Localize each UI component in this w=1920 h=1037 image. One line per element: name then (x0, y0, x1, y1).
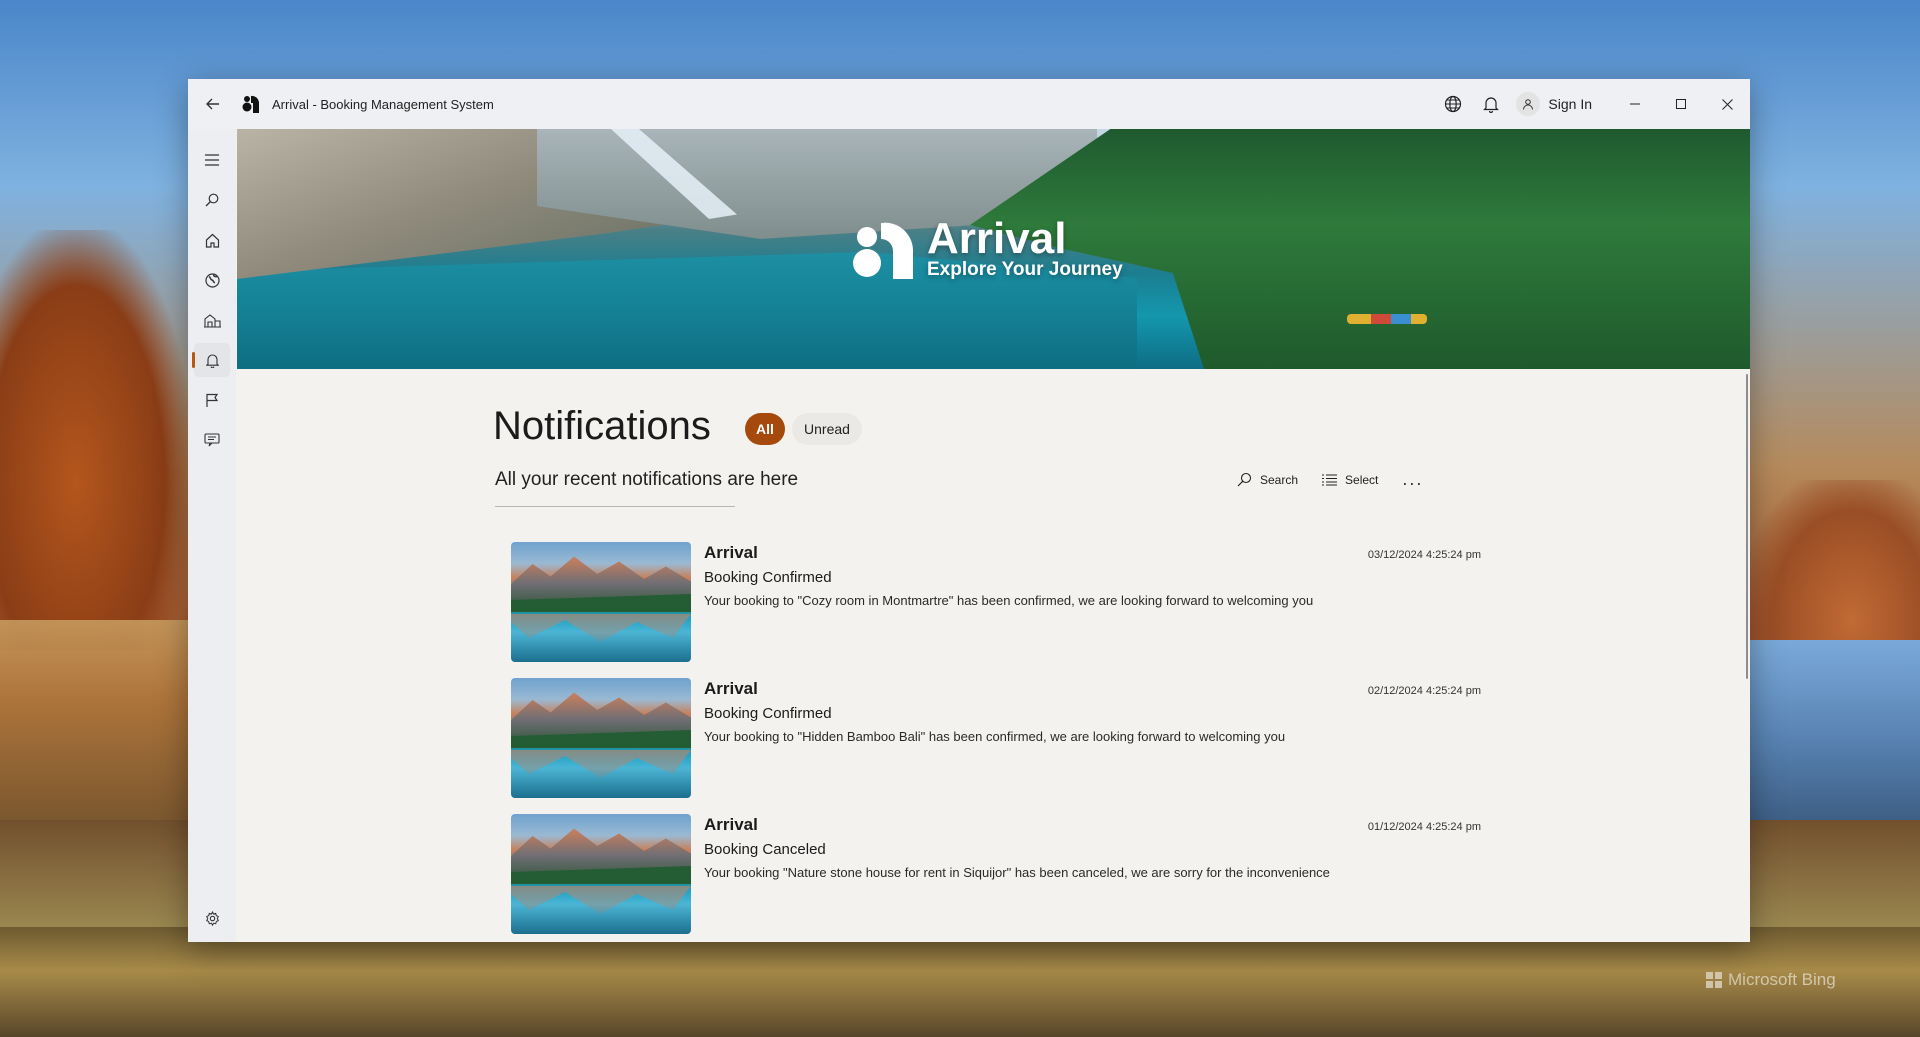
list-select-icon (1322, 474, 1338, 485)
vertical-scrollbar[interactable] (1746, 374, 1748, 679)
notification-timestamp: 03/12/2024 4:25:24 pm (1367, 549, 1481, 561)
bell-icon (1483, 97, 1500, 113)
notification-body: Your booking to "Hidden Bamboo Bali" has… (704, 729, 1286, 744)
arrival-logo-icon (853, 222, 913, 279)
page-title: Notifications (493, 404, 711, 448)
flag-icon (206, 393, 219, 407)
notification-app-name: Arrival (704, 679, 758, 698)
bing-watermark-text: Microsoft Bing (1728, 970, 1836, 989)
subtitle-divider (495, 506, 735, 507)
notification-timestamp: 02/12/2024 4:25:24 pm (1367, 685, 1481, 697)
hero-banner: Arrival Explore Your Journey (237, 129, 1750, 369)
close-icon (1721, 98, 1733, 110)
search-button-label: Search (1260, 472, 1299, 487)
notification-item[interactable]: Arrival 02/12/2024 4:25:24 pm Booking Co… (511, 678, 1481, 798)
page-subtitle: All your recent notifications are here (495, 469, 799, 490)
sidebar-item-search[interactable] (194, 183, 230, 217)
search-icon (205, 193, 219, 207)
back-arrow-icon (206, 98, 219, 110)
more-options-button[interactable]: ... (1402, 469, 1423, 490)
desktop-lake-right (1750, 640, 1920, 820)
settings-icon (205, 910, 219, 926)
notification-body: Your booking "Nature stone house for ren… (704, 865, 1330, 880)
notification-title: Booking Confirmed (704, 569, 832, 586)
notification-thumbnail (511, 678, 691, 798)
hotel-icon (203, 313, 221, 328)
filter-unread-chip[interactable]: Unread (792, 413, 862, 445)
notification-item[interactable]: Arrival 01/12/2024 4:25:24 pm Booking Ca… (511, 814, 1481, 934)
hero-brand-name: Arrival (927, 214, 1067, 263)
notification-app-name: Arrival (704, 543, 758, 562)
notifications-button[interactable] (1472, 79, 1510, 129)
person-icon (1523, 99, 1534, 110)
select-button[interactable]: Select (1322, 473, 1378, 487)
hero-boats (1347, 314, 1427, 324)
notification-title: Booking Confirmed (704, 705, 832, 722)
notification-thumbnail (511, 814, 691, 934)
hero-tagline: Explore Your Journey (927, 259, 1123, 280)
notification-thumbnail (511, 542, 691, 662)
notification-app-name: Arrival (704, 815, 758, 834)
sidebar-item-feedback[interactable] (194, 423, 230, 457)
sidebar-item-settings[interactable] (194, 901, 230, 935)
home-icon (205, 233, 219, 248)
filter-all-chip[interactable]: All (745, 413, 785, 445)
title-bar: Arrival - Booking Management System Sign… (188, 79, 1750, 129)
minimize-button[interactable] (1612, 79, 1658, 129)
bing-watermark: Microsoft Bing (1706, 970, 1836, 990)
notification-timestamp: 01/12/2024 4:25:24 pm (1367, 821, 1481, 833)
maximize-icon (1676, 99, 1686, 109)
desktop-grass (0, 927, 1920, 1037)
sign-in-label: Sign In (1548, 96, 1592, 112)
sidebar-item-home[interactable] (194, 223, 230, 257)
main-content: Arrival Explore Your Journey Notificatio… (237, 129, 1750, 942)
sidebar-item-hotels[interactable] (194, 303, 230, 337)
sidebar-item-menu[interactable] (194, 143, 230, 177)
bing-logo-icon (1706, 972, 1722, 988)
globe-icon (204, 272, 220, 288)
search-icon (1237, 472, 1252, 487)
chat-icon (204, 433, 220, 447)
sidebar-item-notifications[interactable] (194, 343, 230, 377)
app-logo-icon (242, 95, 260, 113)
sidebar-item-explore[interactable] (194, 263, 230, 297)
sidebar-nav (188, 129, 236, 942)
maximize-button[interactable] (1658, 79, 1704, 129)
close-button[interactable] (1704, 79, 1750, 129)
notification-title: Booking Canceled (704, 841, 826, 858)
app-window: Arrival - Booking Management System Sign… (188, 79, 1750, 942)
search-button[interactable]: Search (1237, 472, 1298, 487)
globe-icon (1445, 95, 1462, 113)
window-title: Arrival - Booking Management System (272, 96, 494, 112)
sign-in-button[interactable]: Sign In (1516, 92, 1592, 116)
sidebar-item-reports[interactable] (194, 383, 230, 417)
bell-icon (205, 353, 219, 368)
title-bar-actions: Sign In (1434, 79, 1750, 129)
notification-body: Your booking to "Cozy room in Montmartre… (704, 593, 1314, 608)
active-nav-indicator (192, 352, 195, 368)
hero-brand: Arrival Explore Your Journey (853, 214, 1123, 281)
toolbar-actions: Search Select ... (1237, 469, 1423, 490)
select-button-label: Select (1345, 472, 1379, 487)
hero-brand-text: Arrival Explore Your Journey (927, 214, 1123, 281)
language-button[interactable] (1434, 79, 1472, 129)
notification-item[interactable]: Arrival 03/12/2024 4:25:24 pm Booking Co… (511, 542, 1481, 662)
avatar (1516, 92, 1541, 116)
desktop-hill-left (0, 230, 190, 650)
minimize-icon (1630, 103, 1640, 105)
hamburger-menu-icon (205, 154, 219, 166)
back-button[interactable] (188, 79, 238, 129)
desktop-lake-left (0, 620, 190, 820)
